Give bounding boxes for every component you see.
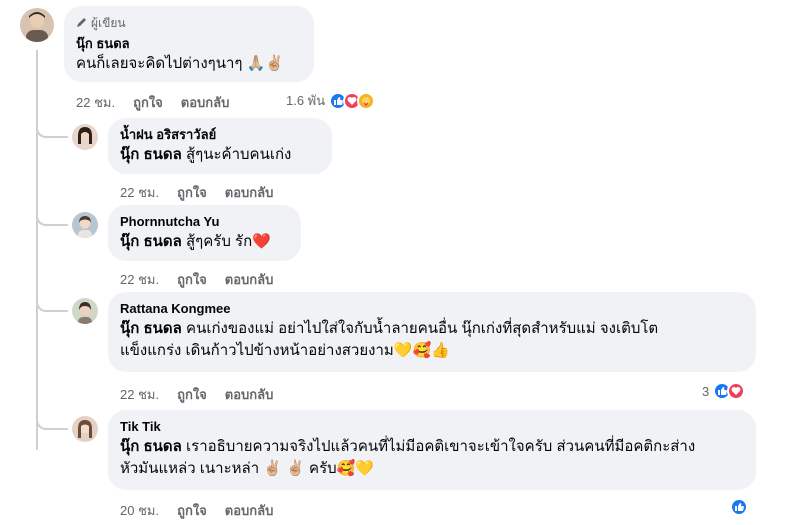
comment-meta: 22 ชม. ถูกใจ ตอบกลับ	[76, 92, 247, 113]
comment-time[interactable]: 22 ชม.	[120, 269, 159, 290]
comment-bubble: Phornnutcha Yu นุ๊ก ธนดล สู้ๆครับ รัก❤️	[108, 205, 301, 261]
comment-time[interactable]: 22 ชม.	[120, 384, 159, 405]
comment-bubble: น้ำฝน อริสราวัลย์ นุ๊ก ธนดล สู้ๆนะค้าบคน…	[108, 118, 332, 174]
comment-text: นุ๊ก ธนดล เราอธิบายความจริงไปแล้วคนที่ไม…	[120, 436, 744, 458]
like-button[interactable]: ถูกใจ	[177, 500, 207, 521]
commenter-name[interactable]: Tik Tik	[120, 418, 744, 436]
commenter-name[interactable]: Rattana Kongmee	[120, 300, 744, 318]
commenter-name[interactable]: Phornnutcha Yu	[120, 213, 289, 231]
like-button[interactable]: ถูกใจ	[133, 92, 163, 113]
comment-bubble: Rattana Kongmee นุ๊ก ธนดล คนเก่งของแม่ อ…	[108, 292, 756, 372]
reply-button[interactable]: ตอบกลับ	[225, 384, 274, 405]
pen-icon	[76, 17, 87, 31]
reply-button[interactable]: ตอบกลับ	[181, 92, 230, 113]
avatar[interactable]	[72, 416, 98, 442]
mention-link[interactable]: นุ๊ก ธนดล	[120, 146, 182, 163]
thumbs-up-icon	[730, 498, 748, 516]
comment-body: สู้ๆครับ รัก	[186, 233, 253, 250]
reaction-count: 3	[702, 383, 710, 399]
comment-meta: 22 ชม. ถูกใจ ตอบกลับ	[120, 269, 291, 290]
comment-body-line2: แข็งแกร่ง เดินก้าวไปข้างหน้าอย่างสวยงาม	[120, 342, 394, 359]
comment-body-line1: คนเก่งของแม่ อย่าไปใส่ใจกับน้ำลายคนอื่น …	[186, 320, 659, 337]
author-badge: ผู้เขียน	[76, 14, 302, 33]
thread-branch	[36, 212, 68, 226]
heart-icon	[727, 382, 746, 400]
heart-emoji: ❤️	[252, 233, 271, 250]
mention-link[interactable]: นุ๊ก ธนดล	[120, 233, 182, 250]
comment-emojis: 🙏🏼✌🏼	[246, 55, 284, 72]
comment-meta: 22 ชม. ถูกใจ ตอบกลับ	[120, 182, 291, 203]
comment-bubble: Tik Tik นุ๊ก ธนดล เราอธิบายความจริงไปแล้…	[108, 410, 756, 490]
comment-body: คนก็เลยจะคิดไปต่างๆนาๆ	[76, 55, 243, 72]
commenter-name[interactable]: นุ๊ก ธนดล	[76, 35, 302, 53]
comment-emojis: 🥰💛	[336, 460, 375, 477]
thread-branch	[36, 298, 68, 312]
victory-emoji: ✌🏼	[263, 460, 283, 477]
comment-body-line1: เราอธิบายความจริงไปแล้วคนที่ไม่มีอคติเขา…	[186, 438, 696, 455]
mention-link[interactable]: นุ๊ก ธนดล	[120, 320, 182, 337]
comment-text: คนก็เลยจะคิดไปต่างๆนาๆ 🙏🏼✌🏼	[76, 53, 302, 75]
comment-meta: 22 ชม. ถูกใจ ตอบกลับ	[120, 384, 291, 405]
avatar[interactable]	[72, 298, 98, 324]
like-button[interactable]: ถูกใจ	[177, 269, 207, 290]
avatar[interactable]	[72, 124, 98, 150]
comment-text: นุ๊ก ธนดล คนเก่งของแม่ อย่าไปใส่ใจกับน้ำ…	[120, 318, 744, 340]
author-badge-label: ผู้เขียน	[91, 16, 126, 30]
reaction-summary[interactable]: 1.6 พัน	[286, 90, 376, 111]
comment-meta: 20 ชม. ถูกใจ ตอบกลับ	[120, 500, 291, 521]
victory-emoji: ✌🏼	[286, 460, 305, 477]
reply-button[interactable]: ตอบกลับ	[225, 182, 274, 203]
reply-button[interactable]: ตอบกลับ	[225, 269, 274, 290]
reaction-count: 1.6 พัน	[286, 93, 326, 108]
comment-text: นุ๊ก ธนดล สู้ๆครับ รัก❤️	[120, 231, 289, 253]
comment-time[interactable]: 22 ชม.	[76, 92, 115, 113]
thread-branch	[36, 416, 68, 430]
comment-time[interactable]: 22 ชม.	[120, 182, 159, 203]
avatar[interactable]	[20, 8, 54, 42]
mention-link[interactable]: นุ๊ก ธนดล	[120, 438, 182, 455]
thread-branch	[36, 124, 68, 138]
comment-bubble: ผู้เขียน นุ๊ก ธนดล คนก็เลยจะคิดไปต่างๆนา…	[64, 6, 314, 82]
comment-text: แข็งแกร่ง เดินก้าวไปข้างหน้าอย่างสวยงาม💛…	[120, 340, 744, 362]
avatar[interactable]	[72, 212, 98, 238]
comment-text: หัวมันแหล่ว เนาะหล่า ✌🏼 ✌🏼 ครับ🥰💛	[120, 458, 744, 480]
comment-body: สู้ๆนะค้าบคนเก่ง	[186, 146, 292, 163]
reaction-summary[interactable]: 3	[702, 382, 746, 400]
reply-button[interactable]: ตอบกลับ	[225, 500, 274, 521]
like-button[interactable]: ถูกใจ	[177, 182, 207, 203]
comment-emojis: 💛🥰👍	[393, 342, 450, 359]
comment-body-line2a: หัวมันแหล่ว เนาะหล่า	[120, 460, 260, 477]
reaction-summary[interactable]	[730, 498, 748, 516]
comment-time[interactable]: 20 ชม.	[120, 500, 159, 521]
comment-body-line2b: ครับ	[309, 460, 337, 477]
like-button[interactable]: ถูกใจ	[177, 384, 207, 405]
comment-text: นุ๊ก ธนดล สู้ๆนะค้าบคนเก่ง	[120, 144, 320, 166]
thread-line	[36, 50, 38, 450]
commenter-name[interactable]: น้ำฝน อริสราวัลย์	[120, 126, 320, 144]
care-icon	[357, 91, 376, 110]
